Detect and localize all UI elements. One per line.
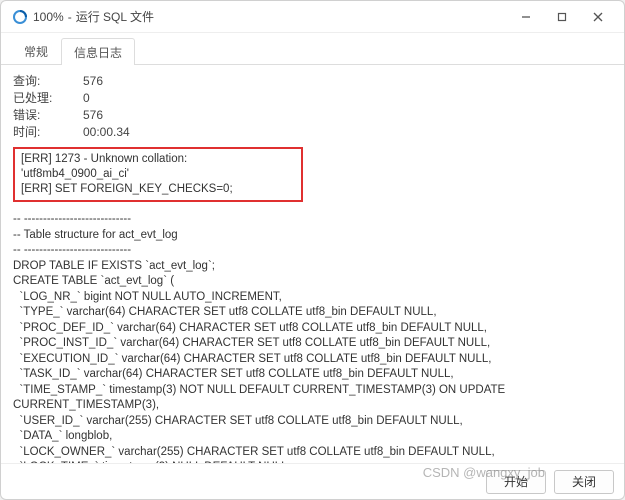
- stat-query-label: 查询:: [13, 73, 83, 90]
- stat-processed-label: 已处理:: [13, 90, 83, 107]
- sql-output: -- ---------------------------- -- Table…: [13, 212, 612, 463]
- title-percent: 100%: [33, 10, 64, 24]
- stat-time-value: 00:00.34: [83, 124, 130, 141]
- tab-bar: 常规 信息日志: [1, 37, 624, 65]
- maximize-button[interactable]: [544, 3, 580, 31]
- close-button[interactable]: 关闭: [554, 470, 614, 494]
- titlebar: 100% - 运行 SQL 文件: [1, 1, 624, 33]
- error-highlight-box: [ERR] 1273 - Unknown collation: 'utf8mb4…: [13, 147, 303, 202]
- tab-general[interactable]: 常规: [11, 37, 61, 64]
- window-title: 运行 SQL 文件: [76, 8, 154, 25]
- log-content: 查询: 576 已处理: 0 错误: 576 时间: 00:00.34 [ERR…: [1, 65, 624, 463]
- dialog-footer: 开始 关闭: [1, 463, 624, 499]
- title-separator: -: [68, 10, 72, 24]
- error-line-1: [ERR] 1273 - Unknown collation: 'utf8mb4…: [21, 152, 295, 182]
- tab-info-log[interactable]: 信息日志: [61, 38, 135, 65]
- error-line-2: [ERR] SET FOREIGN_KEY_CHECKS=0;: [21, 182, 295, 197]
- stats-block: 查询: 576 已处理: 0 错误: 576 时间: 00:00.34: [13, 73, 612, 141]
- stat-time-label: 时间:: [13, 124, 83, 141]
- stat-processed-value: 0: [83, 90, 90, 107]
- close-window-button[interactable]: [580, 3, 616, 31]
- stat-query-value: 576: [83, 73, 103, 90]
- minimize-button[interactable]: [508, 3, 544, 31]
- stat-error-value: 576: [83, 107, 103, 124]
- dialog-window: 100% - 运行 SQL 文件 常规 信息日志 查询: 576 已处理: 0: [0, 0, 625, 500]
- start-button[interactable]: 开始: [486, 470, 546, 494]
- stat-error-label: 错误:: [13, 107, 83, 124]
- progress-icon: [13, 10, 27, 24]
